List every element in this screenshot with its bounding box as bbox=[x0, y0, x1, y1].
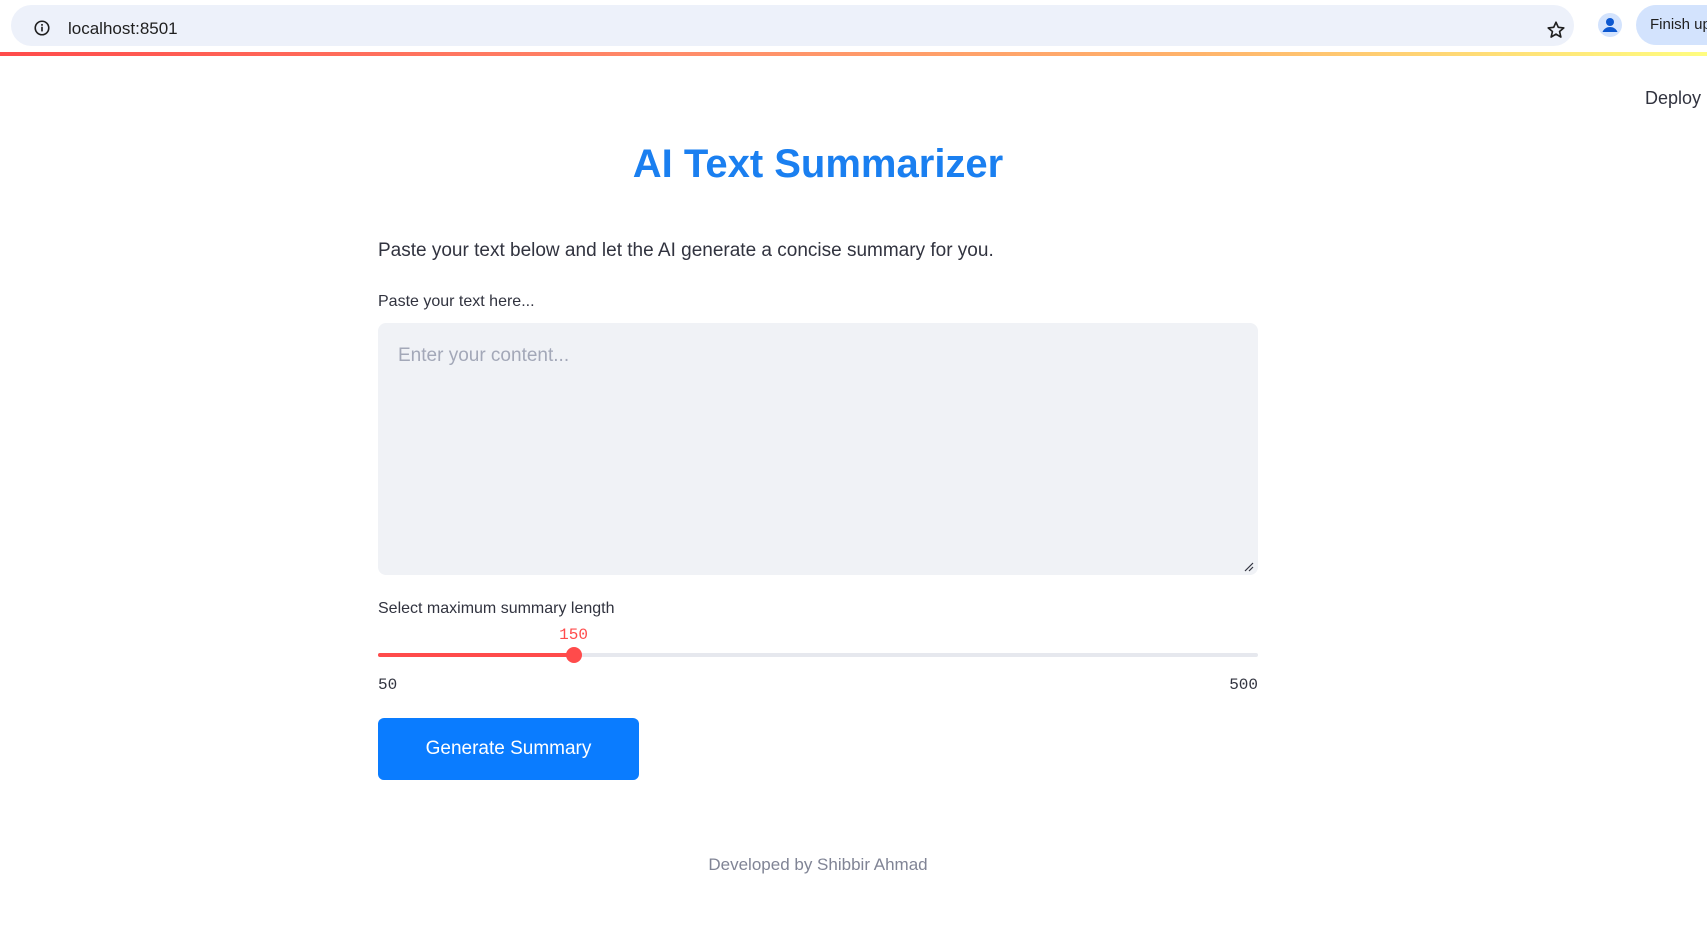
header-decoration bbox=[0, 52, 1707, 56]
generate-summary-button[interactable]: Generate Summary bbox=[378, 718, 639, 780]
resize-grip-icon[interactable] bbox=[1244, 562, 1254, 572]
deploy-button[interactable]: Deploy bbox=[1645, 88, 1701, 109]
content-textarea[interactable] bbox=[378, 323, 1258, 575]
finish-update-button[interactable]: Finish up bbox=[1636, 5, 1707, 45]
address-bar[interactable]: localhost:8501 bbox=[11, 5, 1574, 46]
textarea-label: Paste your text here... bbox=[378, 293, 535, 310]
intro-text: Paste your text below and let the AI gen… bbox=[378, 240, 994, 261]
slider-max-label: 500 bbox=[1229, 676, 1258, 694]
url-text[interactable]: localhost:8501 bbox=[68, 19, 178, 39]
info-icon[interactable] bbox=[33, 19, 51, 37]
slider-value: 150 bbox=[559, 626, 588, 644]
page-title: AI Text Summarizer bbox=[632, 142, 1004, 186]
browser-bar: localhost:8501 Finish up bbox=[0, 0, 1707, 52]
slider-fill bbox=[378, 653, 574, 657]
slider-track[interactable] bbox=[378, 647, 1258, 663]
slider-label: Select maximum summary length bbox=[378, 600, 615, 617]
slider-thumb[interactable] bbox=[565, 647, 582, 663]
footer-credit: Developed by Shibbir Ahmad bbox=[708, 855, 928, 874]
slider-min-label: 50 bbox=[378, 676, 398, 694]
star-icon[interactable] bbox=[1545, 19, 1567, 41]
profile-icon[interactable] bbox=[1597, 12, 1623, 38]
